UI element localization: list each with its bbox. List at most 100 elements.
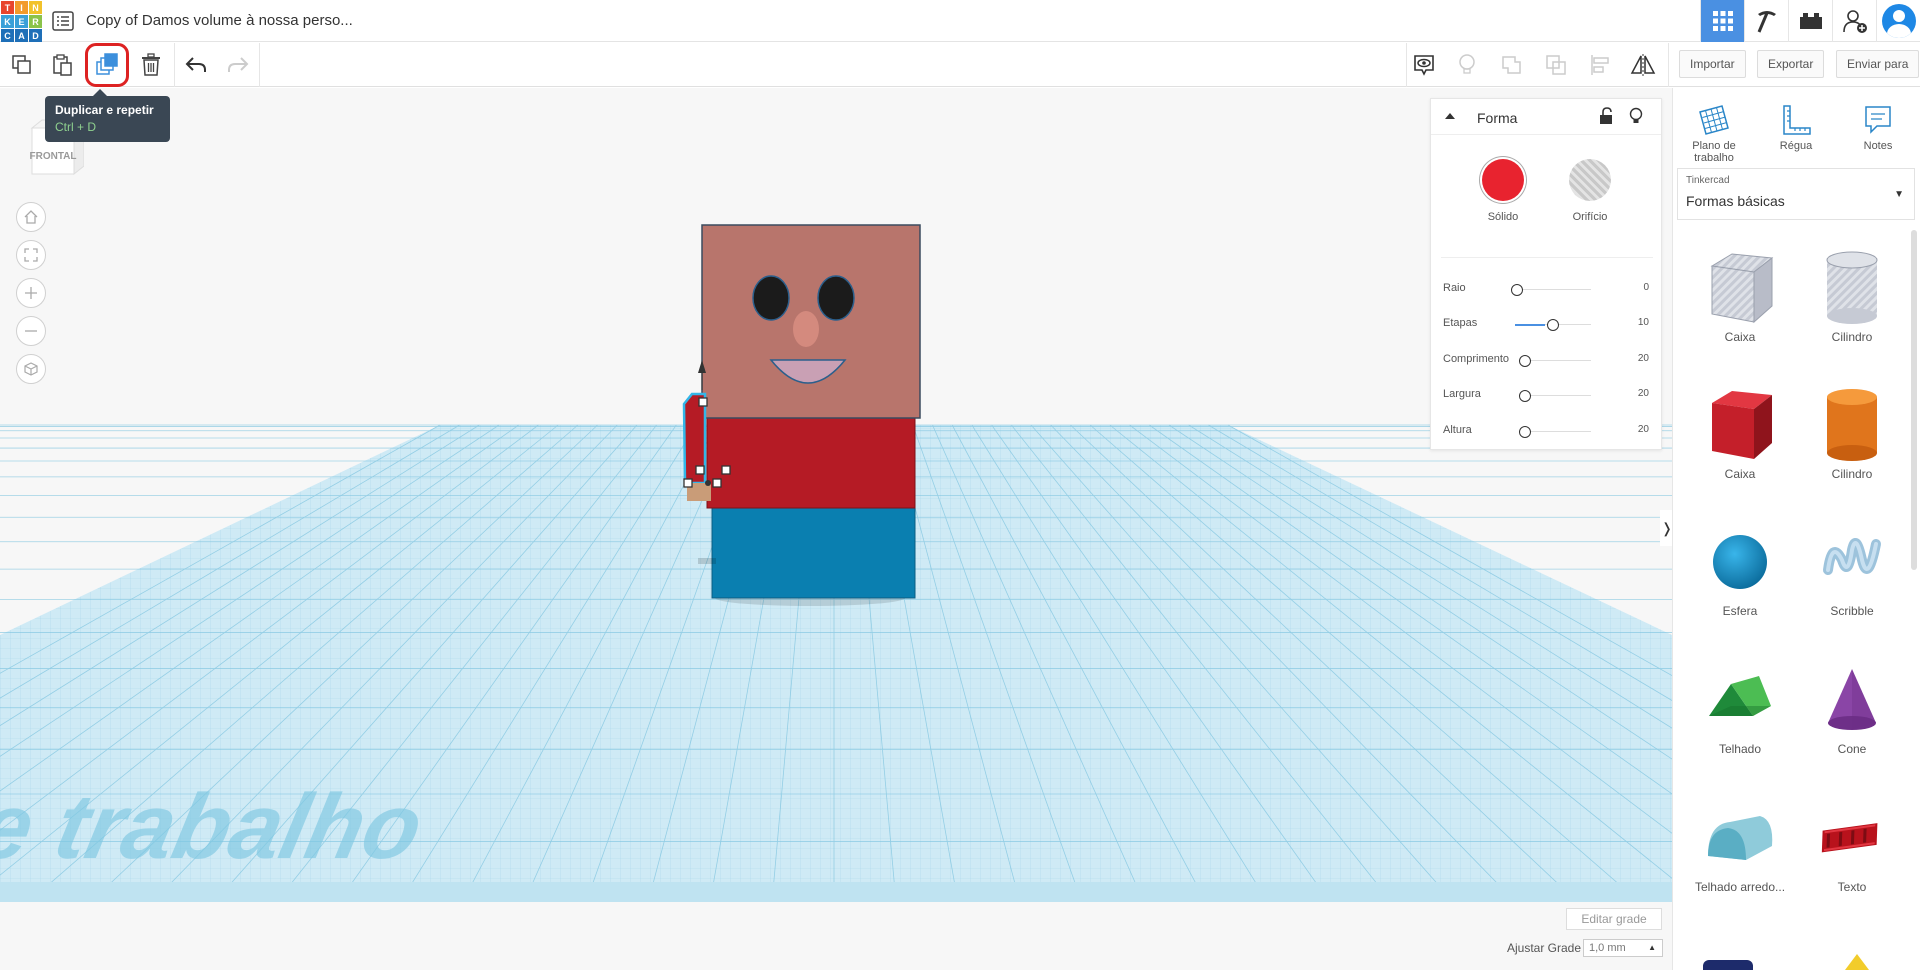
slider-knob[interactable] <box>1511 284 1523 296</box>
logo-letter: K <box>1 15 14 28</box>
shape-round-roof[interactable]: Telhado arredo... <box>1685 798 1795 894</box>
ruler-icon <box>1783 105 1811 135</box>
solid-option[interactable]: Sólido <box>1463 159 1543 223</box>
delete-button[interactable] <box>136 50 166 80</box>
redo-icon <box>228 57 249 72</box>
fit-view-button[interactable] <box>16 240 46 270</box>
slider-knob[interactable] <box>1519 390 1531 402</box>
model-right-eye <box>817 275 855 321</box>
param-value[interactable]: 20 <box>1638 388 1649 399</box>
shape-scribble[interactable]: Scribble <box>1797 522 1907 618</box>
param-length: Comprimento 20 <box>1431 350 1663 370</box>
shape-label: Esfera <box>1722 604 1758 618</box>
logo-letter: A <box>15 29 28 42</box>
param-label: Comprimento <box>1443 353 1510 365</box>
send-to-button[interactable]: Enviar para <box>1836 50 1920 78</box>
lock-icon[interactable] <box>1599 107 1613 128</box>
shape-cylinder[interactable]: Cilindro <box>1797 385 1907 481</box>
shape-label: Cone <box>1837 742 1867 756</box>
zoom-in-button[interactable] <box>16 278 46 308</box>
param-value[interactable]: 20 <box>1638 353 1649 364</box>
logo-letter: E <box>15 15 28 28</box>
slider-knob[interactable] <box>1519 426 1531 438</box>
ruler-tool[interactable]: Régua <box>1756 100 1836 152</box>
partial-pyramid-thumb[interactable] <box>1845 954 1869 970</box>
light-bulb-icon[interactable] <box>1629 107 1643 128</box>
param-label: Raio <box>1443 282 1466 294</box>
shape-text[interactable]: Texto <box>1797 798 1907 894</box>
redo-button[interactable] <box>223 50 253 80</box>
shape-label: Texto <box>1837 880 1867 894</box>
mirror-button[interactable] <box>1628 50 1658 80</box>
hole-option[interactable]: Orifício <box>1550 159 1630 223</box>
box-icon <box>1712 391 1772 459</box>
param-value[interactable]: 0 <box>1643 282 1649 293</box>
view-cube-label: FRONTAL <box>29 151 76 162</box>
copy-button[interactable] <box>7 50 37 80</box>
sphere-icon <box>1713 535 1767 589</box>
bricks-icon[interactable] <box>1788 0 1832 42</box>
ungroup-button[interactable] <box>1541 50 1571 80</box>
panel-scrollbar[interactable] <box>1911 230 1917 570</box>
tinkercad-logo[interactable]: T I N K E R C A D <box>0 0 42 42</box>
shape-cone[interactable]: Cone <box>1797 660 1907 756</box>
param-value[interactable]: 20 <box>1638 424 1649 435</box>
ruler-tool-label: Régua <box>1779 140 1813 152</box>
hole-label: Orifício <box>1572 211 1608 223</box>
shape-box[interactable]: Caixa <box>1685 385 1795 481</box>
shape-label: Scribble <box>1830 604 1874 618</box>
user-avatar[interactable] <box>1876 0 1920 42</box>
perspective-button[interactable] <box>16 354 46 384</box>
home-icon <box>24 210 38 224</box>
collapse-icon[interactable] <box>1443 109 1457 123</box>
shape-label: Telhado arredo... <box>1694 880 1786 894</box>
slider-knob[interactable] <box>1547 319 1559 331</box>
light-bulb-button[interactable] <box>1452 50 1482 80</box>
hole-swatch[interactable] <box>1569 159 1611 201</box>
project-menu-icon[interactable] <box>52 11 74 31</box>
trash-icon <box>142 53 160 76</box>
invite-user-icon[interactable] <box>1832 0 1876 42</box>
edit-toolbar: Importar Exportar Enviar para <box>0 43 1920 87</box>
shape-sphere[interactable]: Esfera <box>1685 522 1795 618</box>
zoom-out-button[interactable] <box>16 316 46 346</box>
import-button[interactable]: Importar <box>1679 50 1746 78</box>
duplicate-button[interactable] <box>85 43 129 87</box>
group-button[interactable] <box>1497 50 1527 80</box>
project-title[interactable]: Copy of Damos volume à nossa perso... <box>86 12 353 29</box>
logo-letter: R <box>29 15 42 28</box>
shape-cylinder-hole[interactable]: Cilindro <box>1797 248 1907 344</box>
param-height: Altura 20 <box>1431 421 1663 441</box>
param-label: Altura <box>1443 424 1472 436</box>
pickaxe-icon[interactable] <box>1744 0 1788 42</box>
align-icon <box>1591 55 1609 75</box>
grid-view-icon[interactable] <box>1700 0 1744 42</box>
copy-icon <box>12 55 31 74</box>
paste-button[interactable] <box>47 50 77 80</box>
group-icon <box>1502 56 1521 74</box>
notes-icon <box>1865 106 1891 134</box>
undo-button[interactable] <box>181 50 211 80</box>
home-view-button[interactable] <box>16 202 46 232</box>
slider-knob[interactable] <box>1519 355 1531 367</box>
inspector-title: Forma <box>1477 110 1518 126</box>
workplane-tool-label: Plano de trabalho <box>1692 140 1736 164</box>
param-value[interactable]: 10 <box>1638 317 1649 328</box>
export-button[interactable]: Exportar <box>1757 50 1825 78</box>
show-all-button[interactable] <box>1409 50 1439 80</box>
snap-grid-select[interactable]: 1,0 mm ▲ <box>1583 939 1663 957</box>
solid-color-swatch[interactable] <box>1482 159 1524 201</box>
edit-grid-button[interactable]: Editar grade <box>1566 908 1662 930</box>
plus-icon <box>25 287 37 299</box>
shape-roof[interactable]: Telhado <box>1685 660 1795 756</box>
workplane-tool[interactable]: Plano de trabalho <box>1674 100 1754 164</box>
notes-tool[interactable]: Notes <box>1838 100 1918 152</box>
workplane-viewport[interactable]: o de trabalho F <box>0 88 1672 970</box>
shape-box-hole[interactable]: Caixa <box>1685 248 1795 344</box>
align-button[interactable] <box>1585 50 1615 80</box>
shape-library-select[interactable]: Tinkercad Formas básicas ▼ <box>1677 168 1915 220</box>
partial-shape-thumb[interactable] <box>1703 960 1753 970</box>
model-nose <box>793 311 819 347</box>
minus-icon <box>25 330 37 332</box>
snap-grid-value: 1,0 mm <box>1589 942 1626 954</box>
